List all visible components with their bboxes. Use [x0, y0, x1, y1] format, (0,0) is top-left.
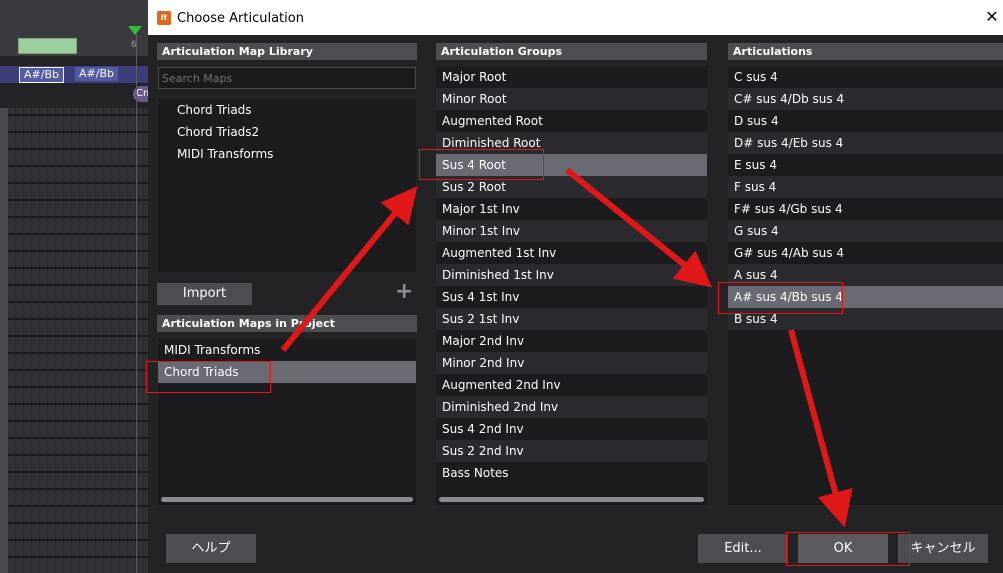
group-item[interactable]: Diminished 1st Inv: [436, 264, 707, 286]
search-maps-input[interactable]: [158, 67, 416, 89]
articulation-item[interactable]: D sus 4: [728, 110, 1003, 132]
articulation-item[interactable]: D# sus 4/Eb sus 4: [728, 132, 1003, 154]
library-item[interactable]: MIDI Transforms: [158, 143, 416, 165]
group-item[interactable]: Bass Notes: [436, 462, 707, 484]
app-logo-icon: it: [157, 11, 171, 25]
playhead-marker-icon[interactable]: [128, 26, 142, 35]
articulation-item[interactable]: E sus 4: [728, 154, 1003, 176]
group-item[interactable]: Major Root: [436, 66, 707, 88]
articulation-item[interactable]: C# sus 4/Db sus 4: [728, 88, 1003, 110]
chord-chip[interactable]: A#/Bb: [75, 67, 118, 81]
help-button[interactable]: ヘルプ: [166, 534, 256, 563]
import-button[interactable]: Import: [157, 283, 252, 305]
annotation-box: [718, 282, 843, 314]
horizontal-scrollbar[interactable]: [439, 497, 704, 502]
group-item[interactable]: Minor Root: [436, 88, 707, 110]
project-map-item[interactable]: MIDI Transforms: [158, 339, 416, 361]
groups-list: Major Root Minor Root Augmented Root Dim…: [436, 66, 707, 505]
group-item[interactable]: Augmented 1st Inv: [436, 242, 707, 264]
piano-roll-grid: [8, 108, 148, 573]
group-item[interactable]: Sus 2 2nd Inv: [436, 440, 707, 462]
group-item[interactable]: Major 1st Inv: [436, 198, 707, 220]
close-button[interactable]: ✕: [982, 7, 1002, 27]
clip: [18, 38, 77, 54]
playhead-line: [136, 34, 137, 573]
group-item[interactable]: Sus 2 1st Inv: [436, 308, 707, 330]
articulation-item[interactable]: G# sus 4/Ab sus 4: [728, 242, 1003, 264]
annotation-box: [419, 149, 544, 180]
group-item[interactable]: Diminished 2nd Inv: [436, 396, 707, 418]
group-item[interactable]: Sus 4 2nd Inv: [436, 418, 707, 440]
articulation-item[interactable]: G sus 4: [728, 220, 1003, 242]
annotation-box: [786, 532, 910, 566]
groups-header: Articulation Groups: [436, 43, 707, 60]
articulation-item[interactable]: F# sus 4/Gb sus 4: [728, 198, 1003, 220]
edit-button[interactable]: Edit...: [698, 534, 788, 563]
project-maps-header: Articulation Maps in Project: [157, 315, 417, 332]
horizontal-scrollbar[interactable]: [161, 497, 413, 502]
cancel-button[interactable]: キャンセル: [898, 534, 988, 563]
library-item[interactable]: Chord Triads: [158, 99, 416, 121]
articulation-item[interactable]: F sus 4: [728, 176, 1003, 198]
group-item[interactable]: Minor 1st Inv: [436, 220, 707, 242]
library-header: Articulation Map Library: [157, 43, 417, 60]
add-icon[interactable]: +: [395, 281, 413, 303]
articulation-item[interactable]: C sus 4: [728, 66, 1003, 88]
annotation-box: [146, 361, 271, 393]
group-item[interactable]: Sus 4 1st Inv: [436, 286, 707, 308]
dialog-title: Choose Articulation: [177, 11, 304, 26]
group-item[interactable]: Major 2nd Inv: [436, 330, 707, 352]
group-item[interactable]: Augmented 2nd Inv: [436, 374, 707, 396]
library-item[interactable]: Chord Triads2: [158, 121, 416, 143]
chord-chip[interactable]: A#/Bb: [19, 67, 64, 83]
group-item[interactable]: Minor 2nd Inv: [436, 352, 707, 374]
group-item[interactable]: Augmented Root: [436, 110, 707, 132]
library-list: Chord Triads Chord Triads2 MIDI Transfor…: [158, 98, 416, 272]
articulations-header: Articulations: [728, 43, 1003, 60]
track-strip: [0, 108, 8, 573]
